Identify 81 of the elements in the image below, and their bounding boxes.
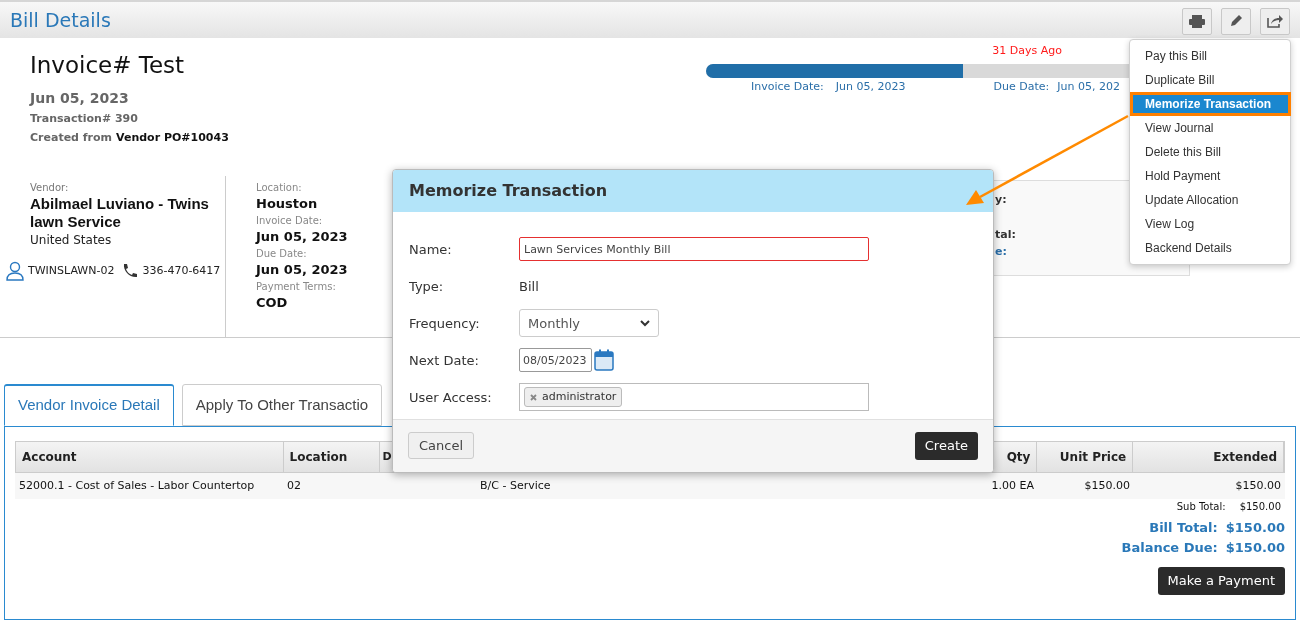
detail-value: Jun 05, 2023 (256, 228, 348, 245)
bill-total-label: Bill Total: (1149, 519, 1218, 537)
detail-label: Location: (256, 181, 303, 195)
menu-item[interactable]: Memorize Transaction (1130, 92, 1291, 116)
detail-value: Houston (256, 195, 319, 212)
subtotal-label: Sub Total: (1176, 500, 1226, 514)
tab[interactable]: Apply To Other Transactio (181, 384, 383, 426)
column-header: D (382, 448, 392, 465)
created-from-label: Created from (30, 129, 113, 146)
name-field[interactable]: Lawn Services Monthly Bill (519, 237, 869, 262)
date-field[interactable]: 08/05/2023 (519, 348, 592, 373)
cancel-button[interactable]: Cancel (408, 432, 475, 460)
share-icon (1267, 14, 1283, 28)
column-header: Qty (1006, 449, 1031, 466)
created-from-value: Vendor PO#10043 (116, 129, 229, 146)
pencil-icon (1229, 14, 1243, 28)
print-button[interactable] (1182, 7, 1212, 35)
due-date-label: Due Date: (993, 78, 1050, 95)
detail-label: Payment Terms: (256, 280, 337, 294)
table-cell-text: 52000.1 - Cost of Sales - Labor Countertop (19, 477, 255, 494)
menu-item[interactable]: View Journal (1130, 116, 1290, 140)
menu-item[interactable]: Backend Details (1130, 236, 1290, 260)
create-button[interactable]: Create (914, 432, 978, 460)
menu-item[interactable]: View Log (1130, 212, 1290, 236)
user-icon (5, 261, 25, 281)
remove-icon[interactable] (530, 394, 537, 401)
field-label: Type: (409, 277, 445, 296)
tab[interactable]: Vendor Invoice Detail (4, 384, 174, 426)
phone-icon (121, 262, 140, 280)
printer-icon (1189, 14, 1205, 28)
invoice-date-label: Invoice Date: (751, 78, 824, 95)
table-cell-text: B/C - Service (480, 477, 551, 494)
due-date-value: Jun 05, 202 (1057, 78, 1120, 95)
menu-item[interactable]: Pay this Bill (1130, 44, 1290, 68)
table-cell-text: $150.00 (1084, 477, 1130, 494)
column-header: Extended (1213, 449, 1277, 466)
vendor-phone: 336-470-6417 (142, 262, 221, 279)
field-label: Name: (409, 240, 453, 259)
table-cell-text: 1.00 EA (991, 477, 1034, 494)
balance-due-value: $150.00 (1225, 538, 1285, 557)
type-value: Bill (519, 277, 539, 296)
field-label: User Access: (409, 388, 493, 407)
invoice-title: Invoice# Test (30, 51, 186, 80)
detail-label: Invoice Date: (256, 214, 324, 228)
column-header: Location (289, 449, 348, 466)
calendar-icon[interactable] (594, 349, 614, 372)
vendor-label: Vendor: (30, 181, 70, 195)
field-label: Next Date: (409, 351, 480, 370)
invoice-date-value: Jun 05, 2023 (835, 78, 906, 95)
edit-button[interactable] (1221, 7, 1251, 35)
page-title: Bill Details (10, 7, 111, 33)
column-header: Account (22, 449, 77, 466)
detail-value: Jun 05, 2023 (256, 261, 348, 278)
summary-label: y: (995, 192, 1007, 208)
transaction-number: Transaction# 390 (30, 111, 139, 127)
table-cell-text: $150.00 (1235, 477, 1281, 494)
vendor-account: TWINSLAWN-02 (28, 262, 115, 279)
frequency-select[interactable]: Monthly (519, 309, 659, 338)
detail-label: Due Date: (256, 247, 308, 261)
summary-link[interactable]: e: (995, 243, 1007, 260)
overdue-label: 31 Days Ago (992, 43, 1062, 59)
chevron-down-icon (640, 320, 650, 327)
menu-item[interactable]: Update Allocation (1130, 188, 1290, 212)
menu-item[interactable]: Duplicate Bill (1130, 68, 1290, 92)
make-payment-button[interactable]: Make a Payment (1157, 567, 1285, 595)
balance-due-label: Balance Due: (1121, 538, 1218, 557)
table-cell-text: 02 (287, 477, 301, 494)
menu-item[interactable]: Hold Payment (1130, 164, 1290, 188)
column-header: Unit Price (1059, 449, 1127, 466)
dialog-title: Memorize Transaction (409, 180, 608, 202)
detail-value: COD (256, 294, 289, 311)
share-button[interactable] (1260, 7, 1290, 35)
menu-item[interactable]: Delete this Bill (1130, 140, 1290, 164)
vendor-name: Abilmael Luviano - Twins lawn Service (30, 195, 210, 231)
summary-label: tal: (995, 227, 1016, 243)
subtotal-value: $150.00 (1239, 500, 1281, 514)
invoice-date: Jun 05, 2023 (30, 89, 130, 108)
vendor-country: United States (30, 232, 113, 249)
field-label: Frequency: (409, 314, 481, 333)
user-access-field[interactable]: administrator (519, 383, 869, 412)
bill-total-value: $150.00 (1225, 519, 1285, 537)
